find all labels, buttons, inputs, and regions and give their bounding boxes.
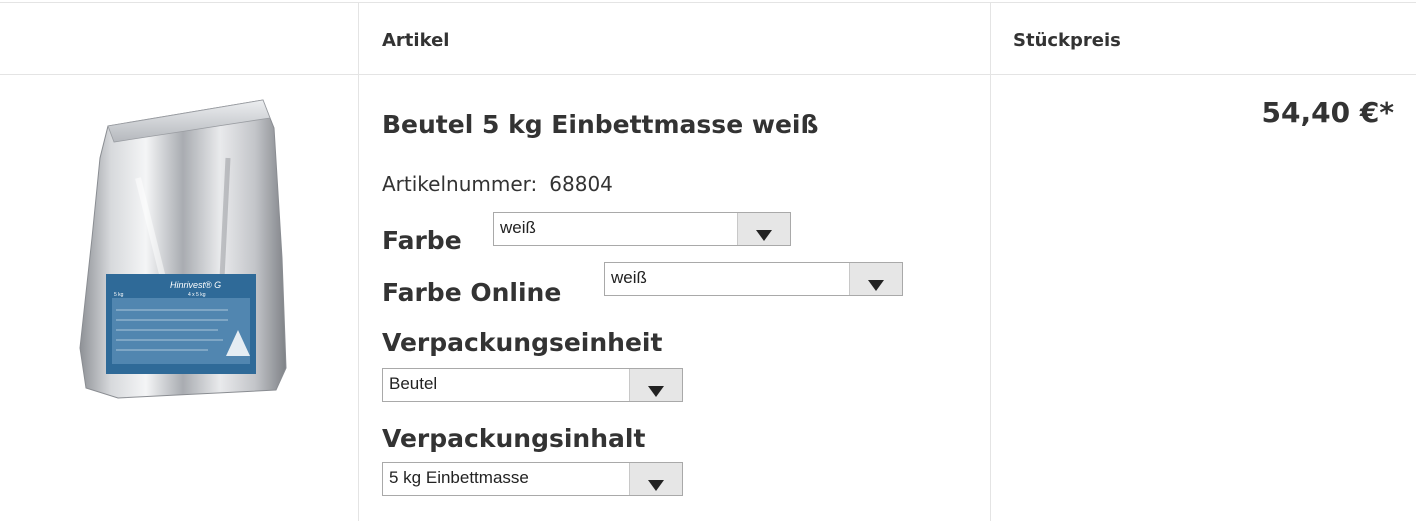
- farbe-online-select[interactable]: weiß: [604, 262, 903, 296]
- verpackungseinheit-dropdown-button[interactable]: [629, 369, 682, 401]
- chevron-down-icon: [868, 280, 884, 291]
- product-image-size-1: 5 kg: [114, 292, 124, 298]
- option-label-verpackungseinheit: Verpackungseinheit: [382, 328, 663, 357]
- article-number-label: Artikelnummer:: [382, 172, 538, 196]
- farbe-online-select-value: weiß: [611, 268, 647, 287]
- article-number-value: 68804: [549, 172, 613, 196]
- verpackungsinhalt-select[interactable]: 5 kg Einbettmasse: [382, 462, 683, 496]
- column-header-stueckpreis: Stückpreis: [1013, 30, 1121, 51]
- farbe-select-value: weiß: [500, 218, 536, 237]
- farbe-dropdown-button[interactable]: [737, 213, 790, 245]
- product-image-brand: Hinrivest® G: [170, 280, 221, 290]
- verpackungseinheit-select-value: Beutel: [389, 374, 438, 393]
- chevron-down-icon: [756, 230, 772, 241]
- table-top-border: [0, 2, 1416, 3]
- product-image-size-2: 4 x 5 kg: [188, 292, 206, 298]
- option-label-farbe: Farbe: [382, 226, 462, 255]
- article-number: Artikelnummer: 68804: [382, 172, 613, 196]
- column-divider-price: [990, 2, 991, 521]
- product-image[interactable]: Hinrivest® G 5 kg 4 x 5 kg: [78, 98, 288, 410]
- farbe-select[interactable]: weiß: [493, 212, 791, 246]
- column-divider-image: [358, 2, 359, 521]
- product-title[interactable]: Beutel 5 kg Einbettmasse weiß: [382, 110, 818, 139]
- verpackungsinhalt-dropdown-button[interactable]: [629, 463, 682, 495]
- option-label-verpackungsinhalt: Verpackungsinhalt: [382, 424, 646, 453]
- chevron-down-icon: [648, 386, 664, 397]
- unit-price: 54,40 €*: [1261, 96, 1394, 129]
- verpackungsinhalt-select-value: 5 kg Einbettmasse: [389, 468, 529, 487]
- farbe-online-dropdown-button[interactable]: [849, 263, 902, 295]
- option-label-farbe-online: Farbe Online: [382, 278, 562, 307]
- chevron-down-icon: [648, 480, 664, 491]
- column-header-artikel: Artikel: [382, 30, 450, 51]
- table-header-divider: [0, 74, 1416, 75]
- verpackungseinheit-select[interactable]: Beutel: [382, 368, 683, 402]
